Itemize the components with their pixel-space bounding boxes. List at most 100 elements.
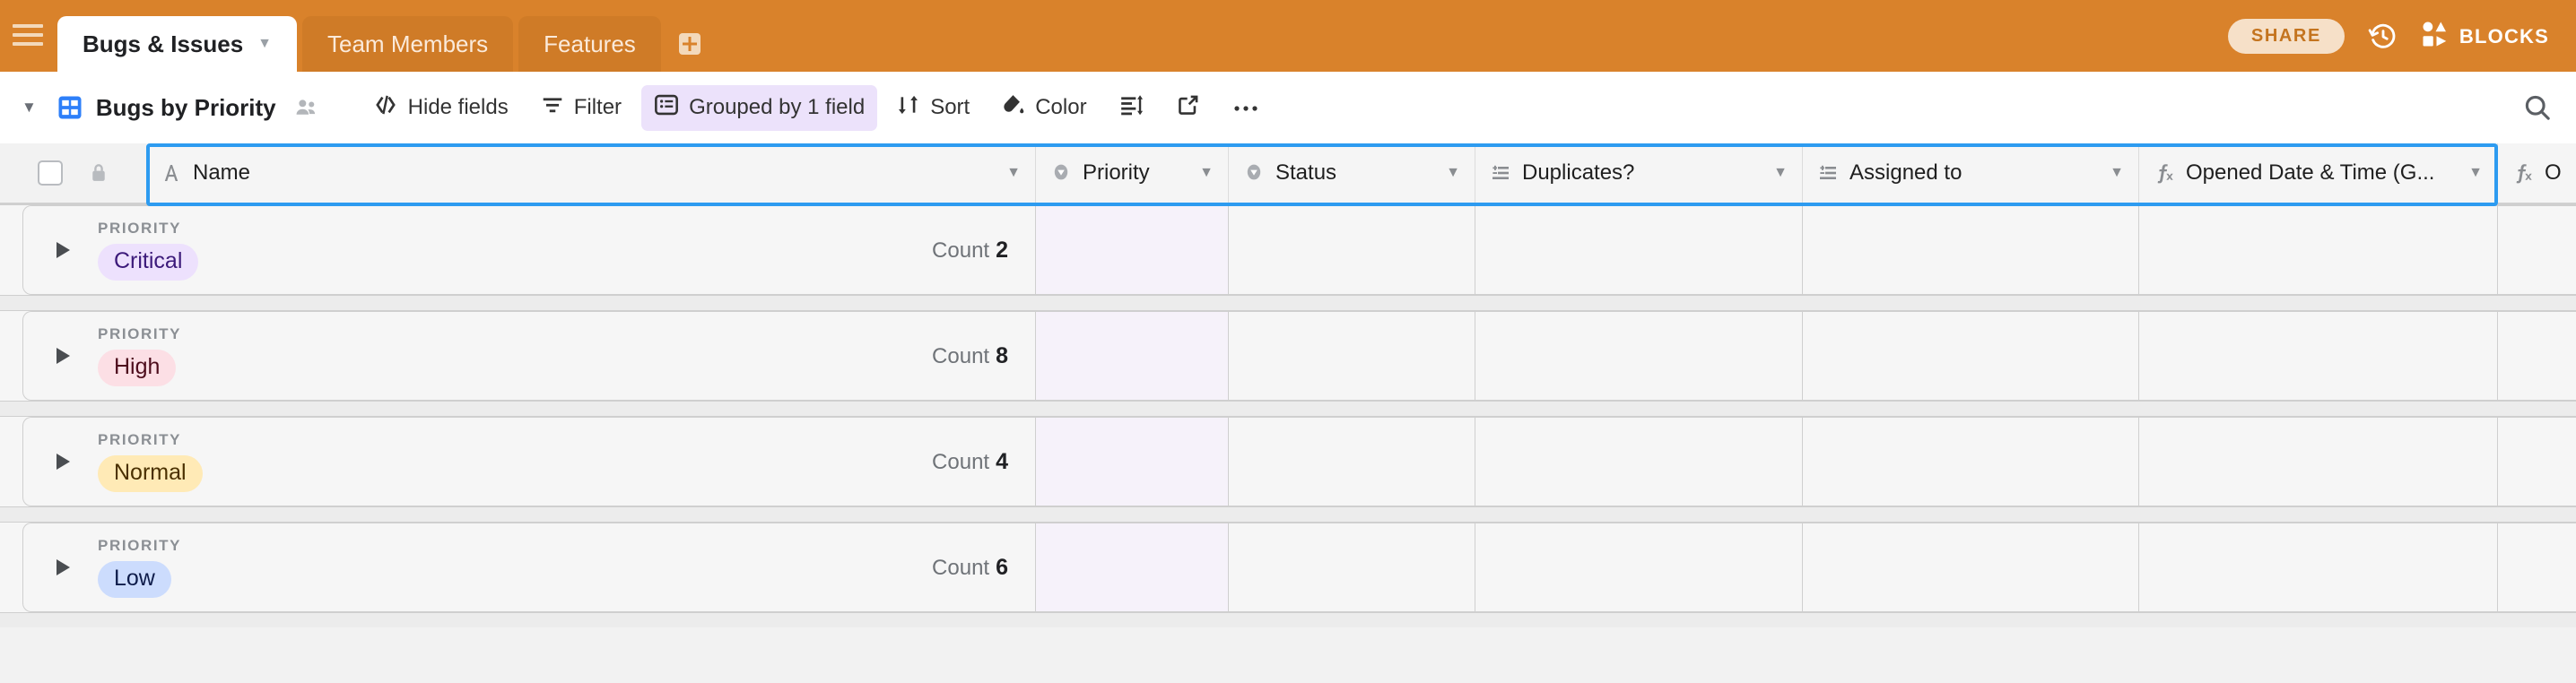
- group-row-low[interactable]: PRIORITY Low Count 6: [0, 522, 2576, 613]
- single-select-icon: [1243, 162, 1265, 184]
- group-cell-status[interactable]: [1229, 205, 1475, 295]
- row-height-button[interactable]: [1107, 86, 1157, 130]
- group-cell-opened-date-time[interactable]: [2139, 417, 2498, 506]
- group-row-normal[interactable]: PRIORITY Normal Count 4: [0, 416, 2576, 507]
- hide-fields-icon: [373, 93, 398, 123]
- row-height-icon: [1119, 93, 1144, 123]
- collaborators-icon[interactable]: [294, 95, 319, 120]
- history-clock-icon[interactable]: [2368, 22, 2398, 52]
- share-button[interactable]: SHARE: [2227, 19, 2345, 54]
- page-title[interactable]: Bugs by Priority: [96, 94, 276, 122]
- chevron-down-icon[interactable]: ▼: [257, 37, 272, 51]
- ellipsis-icon: [1232, 95, 1259, 120]
- column-header-label: Status: [1275, 160, 1337, 185]
- group-cell-assigned-to[interactable]: [1803, 205, 2139, 295]
- blocks-icon: [2422, 21, 2449, 53]
- group-summary-name-cell[interactable]: PRIORITY High Count 8: [0, 311, 1036, 401]
- add-table-button[interactable]: [666, 16, 713, 72]
- group-labels: PRIORITY Low: [98, 537, 181, 598]
- column-header-opened-partial[interactable]: Op: [2498, 143, 2576, 203]
- blocks-button[interactable]: BLOCKS: [2422, 21, 2549, 53]
- column-header-assigned-to[interactable]: Assigned to ▼: [1803, 143, 2139, 203]
- group-cell-opened-date-time[interactable]: [2139, 205, 2498, 295]
- group-cell-duplicates[interactable]: [1475, 417, 1803, 506]
- column-header-duplicates[interactable]: Duplicates? ▼: [1475, 143, 1803, 203]
- group-summary-name-cell[interactable]: PRIORITY Normal Count 4: [0, 417, 1036, 506]
- multi-line-icon: [1490, 162, 1511, 184]
- group-cell-opened-partial[interactable]: [2498, 311, 2576, 401]
- group-count: Count 6: [932, 554, 1008, 580]
- tab-bugs-and-issues[interactable]: Bugs & Issues ▼: [57, 16, 298, 72]
- group-cell-assigned-to[interactable]: [1803, 311, 2139, 401]
- group-summary-name-cell[interactable]: PRIORITY Low Count 6: [0, 523, 1036, 612]
- group-field-name: PRIORITY: [98, 537, 182, 555]
- group-expand-toggle-icon[interactable]: [53, 345, 74, 367]
- group-expand-toggle-icon[interactable]: [53, 239, 74, 261]
- group-cell-assigned-to[interactable]: [1803, 417, 2139, 506]
- group-button[interactable]: Grouped by 1 field: [641, 84, 878, 131]
- more-options-button[interactable]: [1220, 88, 1272, 127]
- group-cell-status[interactable]: [1229, 417, 1475, 506]
- tab-features[interactable]: Features: [518, 16, 661, 72]
- group-field-name: PRIORITY: [98, 220, 182, 238]
- grid-area: Name ▼ Priority ▼ Status ▼ Duplicates? ▼…: [0, 143, 2576, 683]
- column-header-label: Duplicates?: [1522, 160, 1635, 185]
- group-summary-name-cell[interactable]: PRIORITY Critical Count 2: [0, 205, 1036, 295]
- sidebar-toggle-caret-icon[interactable]: ▼: [22, 99, 37, 117]
- group-count-value: 8: [996, 342, 1008, 368]
- group-row-critical[interactable]: PRIORITY Critical Count 2: [0, 204, 2576, 296]
- group-cell-opened-date-time[interactable]: [2139, 311, 2498, 401]
- chevron-down-icon[interactable]: ▼: [2456, 165, 2483, 181]
- group-value-chip: Normal: [98, 455, 203, 492]
- search-button[interactable]: [2522, 92, 2553, 123]
- group-cell-priority[interactable]: [1036, 205, 1229, 295]
- group-cell-opened-partial[interactable]: [2498, 417, 2576, 506]
- chevron-down-icon[interactable]: ▼: [1187, 165, 1214, 181]
- group-cell-assigned-to[interactable]: [1803, 523, 2139, 612]
- color-button[interactable]: Color: [989, 86, 1099, 130]
- group-expand-toggle-icon[interactable]: [53, 557, 74, 578]
- filter-button[interactable]: Filter: [528, 86, 634, 130]
- column-header-opened-date-time[interactable]: Opened Date & Time (G... ▼: [2139, 143, 2498, 203]
- group-cell-priority[interactable]: [1036, 311, 1229, 401]
- column-header-priority[interactable]: Priority ▼: [1036, 143, 1229, 203]
- chevron-down-icon[interactable]: ▼: [1761, 165, 1788, 181]
- sort-button[interactable]: Sort: [884, 86, 982, 130]
- column-header-label: Name: [193, 160, 251, 185]
- search-icon: [2525, 95, 2550, 120]
- group-cell-duplicates[interactable]: [1475, 205, 1803, 295]
- group-cell-status[interactable]: [1229, 523, 1475, 612]
- hamburger-icon[interactable]: [13, 20, 43, 50]
- column-header-status[interactable]: Status ▼: [1229, 143, 1475, 203]
- column-header-name[interactable]: Name ▼: [146, 143, 1036, 203]
- hide-fields-button[interactable]: Hide fields: [361, 86, 521, 130]
- formula-icon: [2154, 161, 2175, 185]
- group-row-high[interactable]: PRIORITY High Count 8: [0, 310, 2576, 402]
- share-view-button[interactable]: [1164, 86, 1213, 130]
- chevron-down-icon[interactable]: ▼: [1433, 165, 1460, 181]
- group-cell-opened-date-time[interactable]: [2139, 523, 2498, 612]
- single-select-icon: [1050, 162, 1072, 184]
- column-header-label: Op: [2545, 160, 2563, 185]
- group-cell-priority[interactable]: [1036, 523, 1229, 612]
- group-cell-status[interactable]: [1229, 311, 1475, 401]
- blocks-label: BLOCKS: [2459, 24, 2549, 48]
- chevron-down-icon[interactable]: ▼: [994, 165, 1021, 181]
- text-field-icon: [161, 162, 182, 184]
- grid-view-icon[interactable]: [57, 94, 83, 121]
- group-label: Grouped by 1 field: [689, 95, 866, 119]
- group-cell-duplicates[interactable]: [1475, 311, 1803, 401]
- group-cell-duplicates[interactable]: [1475, 523, 1803, 612]
- group-spacer: [0, 613, 2576, 627]
- group-field-name: PRIORITY: [98, 431, 182, 449]
- group-cell-opened-partial[interactable]: [2498, 205, 2576, 295]
- column-header-label: Assigned to: [1849, 160, 1962, 185]
- tab-label: Features: [544, 30, 636, 57]
- tab-team-members[interactable]: Team Members: [302, 16, 514, 72]
- group-cell-priority[interactable]: [1036, 417, 1229, 506]
- group-cell-opened-partial[interactable]: [2498, 523, 2576, 612]
- group-expand-toggle-icon[interactable]: [53, 451, 74, 472]
- tab-bar: Bugs & Issues ▼ Team Members Features SH…: [0, 0, 2576, 72]
- chevron-down-icon[interactable]: ▼: [2097, 165, 2124, 181]
- select-all-checkbox[interactable]: [38, 160, 63, 186]
